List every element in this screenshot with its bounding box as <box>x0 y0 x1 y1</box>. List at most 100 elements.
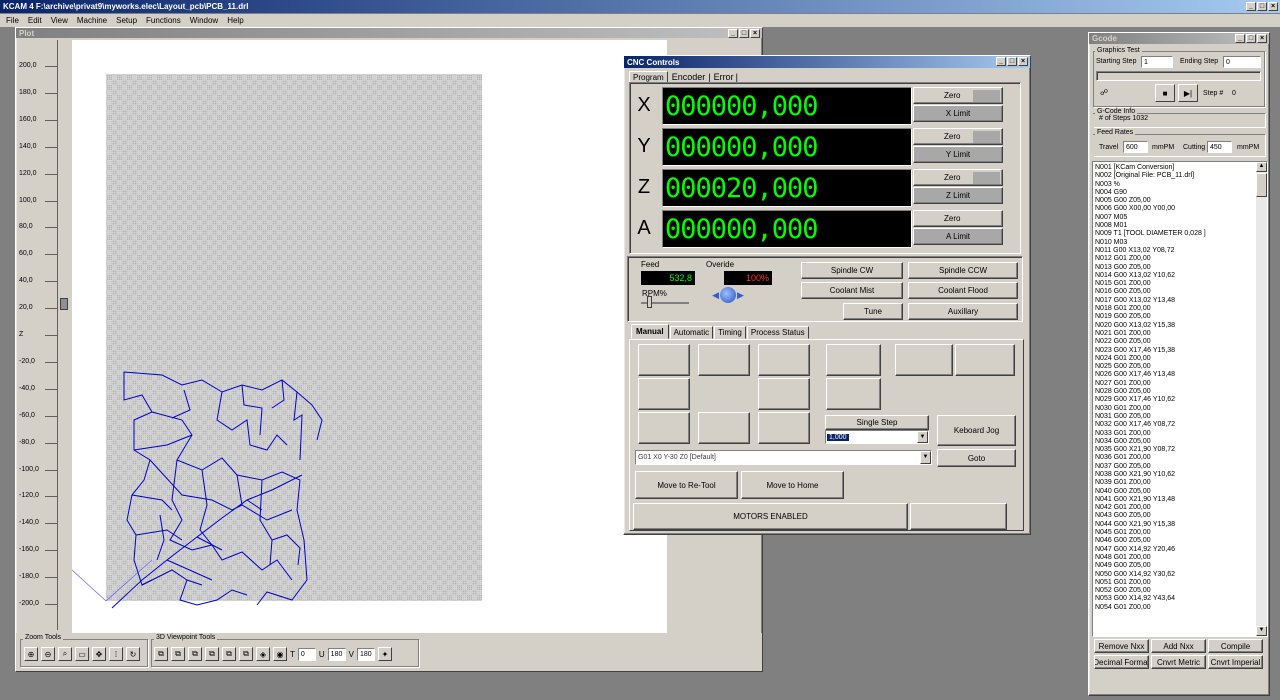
step-size-select[interactable]: 1,000 ▼ <box>825 430 929 444</box>
move-home-button[interactable]: Move to Home <box>741 471 844 499</box>
zoom-out-icon[interactable]: ⊖ <box>41 647 55 661</box>
command-dropdown-icon[interactable]: ▼ <box>920 451 931 464</box>
plot-minimize-button[interactable]: _ <box>728 29 738 38</box>
gcode-line[interactable]: N052 G00 Z05,00 <box>1095 587 1255 595</box>
tab-automatic[interactable]: Automatic <box>669 326 714 339</box>
starting-step-input[interactable]: 1 <box>1141 56 1173 68</box>
rpm-slider[interactable] <box>641 296 689 308</box>
gcode-line[interactable]: N020 G00 X13,02 Y15,38 <box>1095 322 1255 330</box>
jog-button-8[interactable] <box>758 378 810 410</box>
travel-input[interactable]: 600 <box>1123 141 1148 153</box>
gcode-line[interactable]: N014 G00 X13,02 Y10,62 <box>1095 272 1255 280</box>
override-knob-icon[interactable]: ◀ ▶ <box>708 286 748 304</box>
chevron-down-icon[interactable]: ▼ <box>917 431 928 443</box>
fit-icon[interactable]: ⁞ <box>109 647 123 661</box>
gcode-line[interactable]: N007 M05 <box>1095 214 1255 222</box>
gcode-line[interactable]: N032 G00 X17,46 Y08,72 <box>1095 421 1255 429</box>
tab-manual[interactable]: Manual <box>631 324 669 339</box>
menu-edit[interactable]: Edit <box>28 16 42 25</box>
view-front-icon[interactable]: ⧉ <box>154 647 168 661</box>
gcode-listing[interactable]: N001 [KCam Conversion] N002 [Original Fil… <box>1092 161 1268 637</box>
jog-button-10[interactable] <box>638 412 690 444</box>
jog-button-5[interactable] <box>895 344 953 376</box>
close-button[interactable]: × <box>1268 2 1278 11</box>
gcode-line[interactable]: N023 G00 X17,46 Y15,38 <box>1095 347 1255 355</box>
plot-maximize-button[interactable]: □ <box>739 29 749 38</box>
gcode-line[interactable]: N051 G01 Z00,00 <box>1095 579 1255 587</box>
stop-icon[interactable]: ■ <box>1155 84 1175 102</box>
gcode-line[interactable]: N019 G00 Z05,00 <box>1095 313 1255 321</box>
gcode-line[interactable]: N015 G01 Z00,00 <box>1095 280 1255 288</box>
tab-process-status[interactable]: Process Status <box>746 326 809 339</box>
gcode-line[interactable]: N025 G00 Z05,00 <box>1095 363 1255 371</box>
gcode-line[interactable]: N050 G00 X14,92 Y30,62 <box>1095 571 1255 579</box>
plot-close-button[interactable]: × <box>750 29 760 38</box>
gcode-line[interactable]: N048 G01 Z00,00 <box>1095 554 1255 562</box>
convert-metric-button[interactable]: Cnvrt Metric <box>1151 655 1206 669</box>
gcode-line[interactable]: N004 G90 <box>1095 189 1255 197</box>
rpm-slider-thumb[interactable] <box>647 296 652 308</box>
view-iso-icon[interactable]: ◈ <box>256 647 270 661</box>
menu-file[interactable]: File <box>6 16 19 25</box>
jog-button-7[interactable] <box>638 378 690 410</box>
decimal-format-button[interactable]: Decimal Format <box>1094 655 1149 669</box>
cnc-maximize-button[interactable]: □ <box>1007 57 1017 66</box>
u-input[interactable]: 180 <box>327 647 346 661</box>
plot-canvas[interactable] <box>72 40 667 634</box>
auxiliary-button[interactable]: Auxillary <box>908 303 1018 320</box>
coolant-mist-button[interactable]: Coolant Mist <box>801 282 903 299</box>
jog-button-12[interactable] <box>758 412 810 444</box>
gcode-line[interactable]: N003 % <box>1095 181 1255 189</box>
gcode-line[interactable]: N046 G00 Z05,00 <box>1095 537 1255 545</box>
view-back-icon[interactable]: ⧉ <box>171 647 185 661</box>
gcode-line[interactable]: N001 [KCam Conversion] <box>1095 164 1255 172</box>
maximize-button[interactable]: □ <box>1257 2 1267 11</box>
gcode-line[interactable]: N039 G01 Z00,00 <box>1095 479 1255 487</box>
tab-error[interactable]: Error <box>714 72 734 82</box>
gcode-line[interactable]: N016 G00 Z05,00 <box>1095 288 1255 296</box>
cnc-minimize-button[interactable]: _ <box>996 57 1006 66</box>
gcode-line[interactable]: N027 G01 Z00,00 <box>1095 380 1255 388</box>
gcode-line[interactable]: N035 G00 X21,90 Y08,72 <box>1095 446 1255 454</box>
gcode-line[interactable]: N040 G00 Z05,00 <box>1095 488 1255 496</box>
jog-button-6[interactable] <box>955 344 1015 376</box>
step-forward-icon[interactable]: ▶| <box>1178 84 1198 102</box>
remove-nxx-button[interactable]: Remove Nxx <box>1094 639 1149 653</box>
gcode-line[interactable]: N030 G01 Z00,00 <box>1095 405 1255 413</box>
minimize-button[interactable]: _ <box>1246 2 1256 11</box>
t-input[interactable]: 0 <box>297 647 316 661</box>
scroll-down-icon[interactable]: ▼ <box>1256 626 1267 636</box>
gcode-line[interactable]: N044 G00 X21,90 Y15,38 <box>1095 521 1255 529</box>
jog-button-1[interactable] <box>638 344 690 376</box>
gcode-line[interactable]: N053 G00 X14,92 Y43,64 <box>1095 595 1255 603</box>
gcode-line[interactable]: N005 G00 Z05,00 <box>1095 197 1255 205</box>
cnc-close-button[interactable]: × <box>1018 57 1028 66</box>
command-combo[interactable]: G01 X0 Y-30 Z0 [Default] ▼ <box>635 450 932 465</box>
gcode-line[interactable]: N017 G00 X13,02 Y13,48 <box>1095 297 1255 305</box>
binoculars-icon[interactable]: ☍ <box>1097 85 1111 99</box>
jog-button-11[interactable] <box>698 412 750 444</box>
gcode-line[interactable]: N022 G00 Z05,00 <box>1095 338 1255 346</box>
gcode-line[interactable]: N010 M03 <box>1095 239 1255 247</box>
gcode-line[interactable]: N011 G00 X13,02 Y08,72 <box>1095 247 1255 255</box>
jog-button-9[interactable] <box>826 378 881 410</box>
zoom-in-icon[interactable]: ⊕ <box>24 647 38 661</box>
gcode-line[interactable]: N049 G00 Z05,00 <box>1095 562 1255 570</box>
gcode-line[interactable]: N012 G01 Z00,00 <box>1095 255 1255 263</box>
gcode-line[interactable]: N054 G01 Z00,00 <box>1095 604 1255 612</box>
tune-button[interactable]: Tune <box>843 303 903 320</box>
scroll-thumb[interactable] <box>1256 173 1267 197</box>
add-nxx-button[interactable]: Add Nxx <box>1151 639 1206 653</box>
pan-icon[interactable]: ✥ <box>92 647 106 661</box>
gcode-line[interactable]: N024 G01 Z00,00 <box>1095 355 1255 363</box>
menu-machine[interactable]: Machine <box>77 16 107 25</box>
refresh-icon[interactable]: ↻ <box>126 647 140 661</box>
tab-encoder[interactable]: Encoder <box>672 72 706 82</box>
tab-timing[interactable]: Timing <box>714 326 746 339</box>
menu-setup[interactable]: Setup <box>116 16 137 25</box>
reset-view-icon[interactable]: ✦ <box>378 647 393 661</box>
gcode-line[interactable]: N002 [Original File: PCB_11.drl] <box>1095 172 1255 180</box>
goto-button[interactable]: Goto <box>937 449 1016 467</box>
gcode-line[interactable]: N045 G01 Z00,00 <box>1095 529 1255 537</box>
menu-window[interactable]: Window <box>190 16 218 25</box>
